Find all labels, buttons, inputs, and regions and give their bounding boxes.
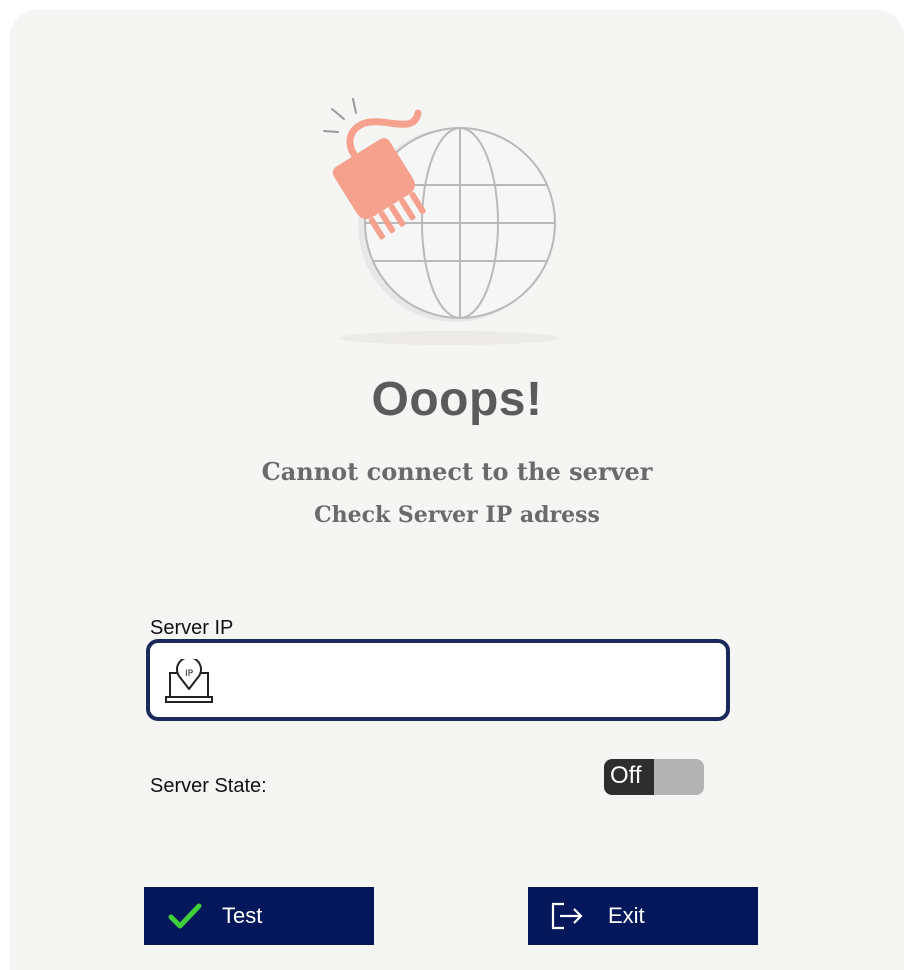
spark-icon xyxy=(323,98,357,133)
server-ip-label: Server IP xyxy=(150,617,234,639)
server-ip-field[interactable]: IP xyxy=(146,639,730,721)
server-state-label: Server State: xyxy=(150,775,267,797)
server-state-toggle[interactable]: Off xyxy=(604,759,704,795)
test-button[interactable]: Test xyxy=(144,887,374,945)
exit-button-label: Exit xyxy=(608,903,645,928)
error-title: Ooops! xyxy=(371,373,543,426)
error-panel: Ooops! Cannot connect to the server Chec… xyxy=(10,10,904,970)
checkmark-icon xyxy=(168,903,202,929)
ip-laptop-icon: IP xyxy=(165,659,213,703)
disconnected-globe-illustration xyxy=(323,98,560,345)
server-ip-input[interactable] xyxy=(220,653,714,707)
svg-text:IP: IP xyxy=(185,669,194,679)
exit-arrow-icon xyxy=(551,902,583,930)
server-state-value: Off xyxy=(610,762,642,789)
exit-button[interactable]: Exit xyxy=(528,887,758,945)
globe-shadow xyxy=(340,331,560,345)
error-hint: Check Server IP adress xyxy=(314,502,600,528)
error-message: Cannot connect to the server xyxy=(261,457,653,486)
test-button-label: Test xyxy=(222,903,263,928)
